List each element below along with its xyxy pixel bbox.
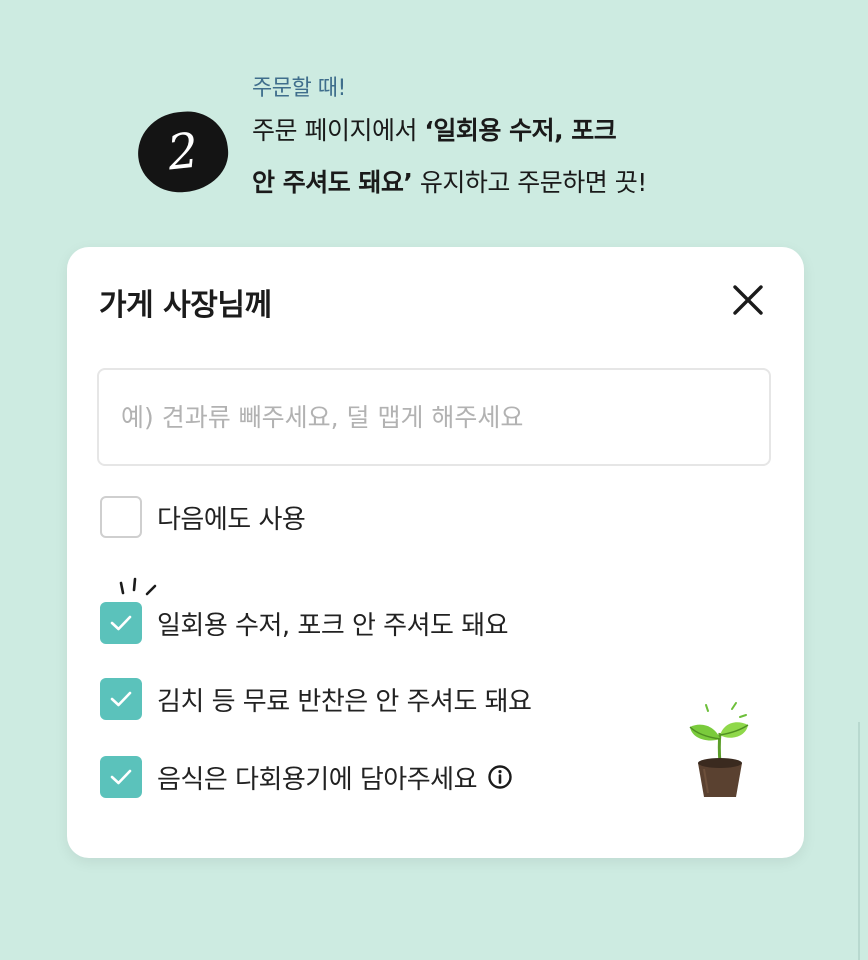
step-instruction-line2: 안 주셔도 돼요’ 유지하고 주문하면 끗! — [252, 166, 647, 200]
close-icon — [733, 285, 763, 315]
step-subtitle: 주문할 때! — [252, 76, 346, 101]
step-line2-bold: 안 주셔도 돼요’ — [252, 168, 413, 197]
step-number-badge: 2 — [134, 107, 232, 197]
checkmark-icon — [110, 769, 132, 785]
request-input[interactable] — [97, 368, 771, 466]
no-utensils-checkbox[interactable]: 일회용 수저, 포크 안 주셔도 돼요 — [100, 602, 509, 644]
scroll-indicator[interactable] — [858, 722, 860, 960]
checkmark-icon — [110, 615, 132, 631]
checkbox-unchecked[interactable] — [100, 496, 142, 538]
no-utensils-label: 일회용 수저, 포크 안 주셔도 돼요 — [157, 610, 509, 641]
step-line1-bold: ‘일회용 수저, 포크 — [424, 116, 617, 145]
step-line2-text: 유지하고 주문하면 끗! — [412, 168, 647, 197]
checkbox-checked[interactable] — [100, 678, 142, 720]
emphasis-spark-icon — [119, 577, 157, 596]
reusable-container-checkbox[interactable]: 음식은 다회용기에 담아주세요 — [100, 756, 513, 798]
checkmark-icon — [110, 691, 132, 707]
modal-title: 가게 사장님께 — [99, 288, 272, 323]
step-number: 2 — [164, 122, 202, 182]
info-icon[interactable] — [487, 764, 513, 790]
close-button[interactable] — [731, 283, 765, 317]
reuse-label: 다음에도 사용 — [157, 504, 306, 535]
owner-request-modal: 가게 사장님께 다음에도 사용 일회용 수저, 포크 안 주셔도 돼요 김치 등… — [67, 247, 804, 858]
no-side-dishes-checkbox[interactable]: 김치 등 무료 반찬은 안 주셔도 돼요 — [100, 678, 532, 720]
reuse-next-time-checkbox[interactable]: 다음에도 사용 — [100, 496, 306, 538]
no-side-dishes-label: 김치 등 무료 반찬은 안 주셔도 돼요 — [157, 686, 532, 717]
checkbox-checked[interactable] — [100, 756, 142, 798]
step-instruction-line1: 주문 페이지에서 ‘일회용 수저, 포크 — [252, 114, 617, 148]
reusable-container-label: 음식은 다회용기에 담아주세요 — [157, 764, 478, 795]
step-line1-text: 주문 페이지에서 — [252, 116, 425, 145]
checkbox-checked[interactable] — [100, 602, 142, 644]
sprout-pot-icon — [689, 702, 749, 797]
